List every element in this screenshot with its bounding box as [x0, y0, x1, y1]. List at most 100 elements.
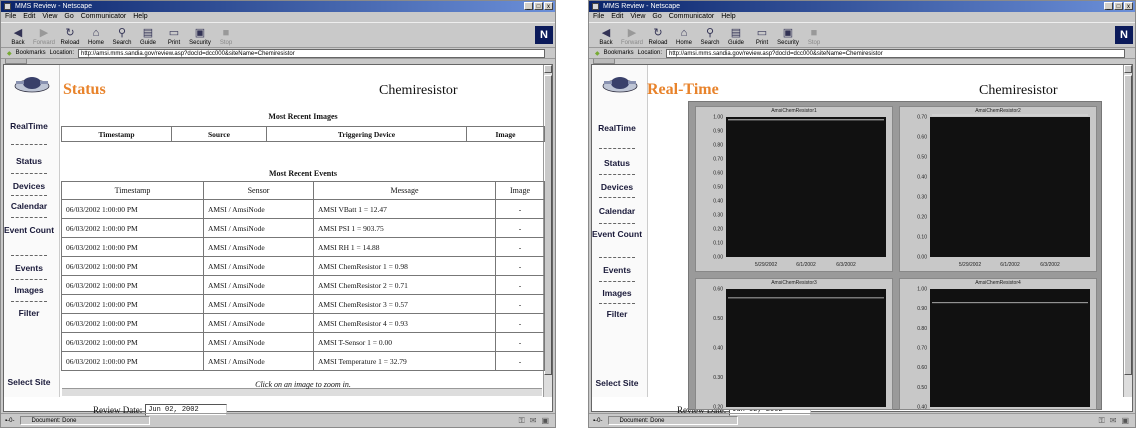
- vertical-scrollbar[interactable]: [1123, 65, 1132, 397]
- y-tick-label: 0.50: [917, 385, 927, 391]
- forward-button[interactable]: ▶ Forward: [31, 22, 57, 47]
- y-tick-label: 1.00: [917, 287, 927, 293]
- menu-bar: File Edit View Go Communicator Help: [589, 12, 1135, 22]
- menu-go[interactable]: Go: [64, 12, 73, 22]
- forward-button[interactable]: ▶ Forward: [619, 22, 645, 47]
- menu-communicator[interactable]: Communicator: [669, 12, 715, 22]
- message-cell: AMSI ChemResistor 3 = 0.57: [313, 294, 496, 314]
- y-tick-label: 0.10: [713, 241, 723, 247]
- stop-button[interactable]: ■ Stop: [213, 22, 239, 47]
- column-header: Timestamp: [61, 126, 172, 142]
- menu-help[interactable]: Help: [133, 12, 147, 22]
- home-icon: ⌂: [680, 27, 688, 39]
- image-cell: -: [495, 275, 545, 295]
- menu-edit[interactable]: Edit: [23, 12, 35, 22]
- nav-select-site[interactable]: Select Site: [591, 378, 643, 388]
- chart-panel[interactable]: AmsiChemResistor1 0.00 0.10 0.20 0.30 0.40 0.…: [695, 106, 893, 272]
- nav-devices[interactable]: Devices: [1, 181, 57, 191]
- column-header: Image: [466, 126, 545, 142]
- back-button[interactable]: ◀ Back: [5, 22, 31, 47]
- print-button[interactable]: ▭ Print: [749, 22, 775, 47]
- events-table: Timestamp Sensor Message Image 06/03/200…: [61, 181, 545, 371]
- y-tick-label: 0.20: [713, 405, 723, 411]
- stop-button[interactable]: ■ Stop: [801, 22, 827, 47]
- menu-communicator[interactable]: Communicator: [81, 12, 127, 22]
- menu-edit[interactable]: Edit: [611, 12, 623, 22]
- nav-events[interactable]: Events: [1, 263, 57, 273]
- url-field[interactable]: http://amsi.mms.sandia.gov/review.asp?do…: [78, 48, 545, 58]
- horizontal-scrollbar[interactable]: [62, 388, 542, 396]
- plot-area: [726, 117, 886, 257]
- chart-panel[interactable]: AmsiChemResistor4 0.40 0.50 0.60 0.70 0.80 0.…: [899, 278, 1097, 411]
- message-cell: AMSI Temperature 1 = 32.79: [313, 351, 496, 371]
- maximize-button[interactable]: □: [1114, 2, 1123, 10]
- menu-go[interactable]: Go: [652, 12, 661, 22]
- guide-button[interactable]: ▤ Guide: [723, 22, 749, 47]
- nav-status[interactable]: Status: [589, 158, 645, 168]
- minimize-button[interactable]: _: [524, 2, 533, 10]
- bookmarks-button[interactable]: Bookmarks: [604, 50, 634, 56]
- search-button[interactable]: ⚲ Search: [697, 22, 723, 47]
- security-button[interactable]: ▣ Security: [187, 22, 213, 47]
- nav-images[interactable]: Images: [1, 285, 57, 295]
- search-button[interactable]: ⚲ Search: [109, 22, 135, 47]
- nav-realtime[interactable]: RealTime: [589, 123, 645, 133]
- security-button[interactable]: ▣ Security: [775, 22, 801, 47]
- reload-button[interactable]: ↻ Reload: [57, 22, 83, 47]
- timestamp-cell: 06/03/2002 1:00:00 PM: [61, 275, 204, 295]
- table-row: 06/03/2002 1:00:00 PM AMSI / AmsiNode AMSI…: [61, 332, 545, 352]
- reload-button[interactable]: ↻ Reload: [645, 22, 671, 47]
- table-row: 06/03/2002 1:00:00 PM AMSI / AmsiNode AMSI…: [61, 275, 545, 295]
- nav-filter[interactable]: Filter: [1, 308, 57, 318]
- menu-file[interactable]: File: [5, 12, 16, 22]
- search-icon: ⚲: [117, 27, 127, 39]
- bookmarks-button[interactable]: Bookmarks: [16, 50, 46, 56]
- menu-view[interactable]: View: [630, 12, 645, 22]
- nav-event-count[interactable]: Event Count: [3, 225, 55, 235]
- connection-icon: ▪-0-: [5, 417, 15, 424]
- home-icon: ⌂: [92, 27, 100, 39]
- y-tick-label: 0.90: [713, 129, 723, 135]
- guide-button[interactable]: ▤ Guide: [135, 22, 161, 47]
- location-bar: ◆ Bookmarks Location: http://amsi.mms.sa…: [1, 48, 555, 59]
- nav-divider: [599, 281, 635, 282]
- nav-filter[interactable]: Filter: [589, 309, 645, 319]
- chart-panel[interactable]: AmsiChemResistor2 0.00 0.10 0.20 0.30 0.40 0.…: [899, 106, 1097, 272]
- location-label: Location:: [637, 50, 662, 56]
- table-row: 06/03/2002 1:00:00 PM AMSI / AmsiNode AMSI…: [61, 313, 545, 333]
- nav-realtime[interactable]: RealTime: [1, 121, 57, 131]
- table-row: 06/03/2002 1:00:00 PM AMSI / AmsiNode AMSI…: [61, 294, 545, 314]
- nav-event-count[interactable]: Event Count: [591, 229, 643, 239]
- y-tick-label: 0.40: [917, 175, 927, 181]
- security-icon: ▣: [782, 27, 794, 39]
- print-button[interactable]: ▭ Print: [161, 22, 187, 47]
- url-field[interactable]: http://amsi.mms.sandia.gov/review.asp?do…: [666, 48, 1125, 58]
- nav-devices[interactable]: Devices: [589, 182, 645, 192]
- nav-status[interactable]: Status: [1, 156, 57, 166]
- netscape-logo-icon: N: [1115, 26, 1133, 44]
- message-cell: AMSI RH 1 = 14.88: [313, 237, 496, 257]
- chart-panel[interactable]: AmsiChemResistor3 0.20 0.30 0.40 0.50 0.60: [695, 278, 893, 411]
- close-button[interactable]: x: [544, 2, 553, 10]
- y-tick-label: 0.80: [917, 326, 927, 332]
- image-cell: -: [495, 218, 545, 238]
- close-button[interactable]: x: [1124, 2, 1133, 10]
- sensor-cell: AMSI / AmsiNode: [203, 218, 314, 238]
- menu-view[interactable]: View: [42, 12, 57, 22]
- image-cell: -: [495, 237, 545, 257]
- nav-events[interactable]: Events: [589, 265, 645, 275]
- navigation-toolbar: ◀ Back ▶ Forward ↻ Reload ⌂ Home ⚲ Search ▤ Gu…: [589, 22, 1135, 48]
- minimize-button[interactable]: _: [1104, 2, 1113, 10]
- menu-help[interactable]: Help: [721, 12, 735, 22]
- home-button[interactable]: ⌂ Home: [671, 22, 697, 47]
- nav-images[interactable]: Images: [589, 288, 645, 298]
- nav-calendar[interactable]: Calendar: [589, 206, 645, 216]
- back-button[interactable]: ◀ Back: [593, 22, 619, 47]
- maximize-button[interactable]: □: [534, 2, 543, 10]
- nav-calendar[interactable]: Calendar: [1, 201, 57, 211]
- y-tick-label: 0.50: [713, 316, 723, 322]
- menu-file[interactable]: File: [593, 12, 604, 22]
- nav-select-site[interactable]: Select Site: [3, 377, 55, 387]
- location-label: Location:: [49, 50, 74, 56]
- home-button[interactable]: ⌂ Home: [83, 22, 109, 47]
